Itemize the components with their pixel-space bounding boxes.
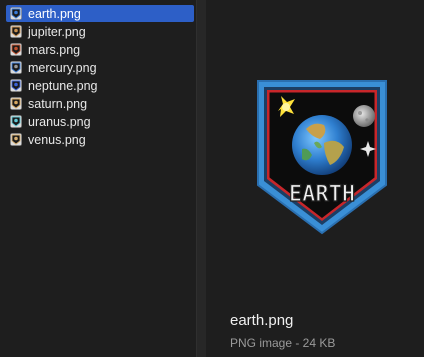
file-thumbnail-icon [10, 97, 22, 110]
file-row-mercury[interactable]: mercury.png [6, 59, 194, 76]
file-thumbnail-icon [10, 25, 22, 38]
file-name: mars.png [28, 42, 81, 57]
file-name: earth.png [28, 6, 81, 21]
file-row-neptune[interactable]: neptune.png [6, 77, 194, 94]
earth-badge-image: EARTH [257, 80, 387, 235]
file-row-earth[interactable]: earth.png [6, 5, 194, 22]
file-name: venus.png [28, 132, 86, 147]
file-thumbnail-icon [10, 61, 22, 74]
column-divider[interactable] [196, 0, 206, 357]
planet-icon [292, 115, 352, 175]
file-name: neptune.png [28, 78, 98, 93]
file-row-mars[interactable]: mars.png [6, 41, 194, 58]
moon-icon [353, 105, 375, 127]
file-row-uranus[interactable]: uranus.png [6, 113, 194, 130]
file-row-saturn[interactable]: saturn.png [6, 95, 194, 112]
file-thumbnail-icon [10, 7, 22, 20]
file-list: earth.png jupiter.png mars.png mercury.p… [0, 0, 196, 357]
file-row-jupiter[interactable]: jupiter.png [6, 23, 194, 40]
file-thumbnail-icon [10, 79, 22, 92]
file-row-venus[interactable]: venus.png [6, 131, 194, 148]
file-thumbnail-icon [10, 133, 22, 146]
file-thumbnail-icon [10, 115, 22, 128]
file-name: uranus.png [28, 114, 91, 129]
file-name: jupiter.png [28, 24, 86, 39]
file-name: saturn.png [28, 96, 88, 111]
svg-text:EARTH: EARTH [289, 182, 355, 207]
preview-file-name: earth.png [230, 312, 294, 329]
file-name: mercury.png [28, 60, 97, 75]
file-thumbnail-icon [10, 43, 22, 56]
preview-file-info: PNG image - 24 KB [230, 336, 336, 350]
preview-pane: EARTH earth.png PNG image - 24 KB [206, 0, 424, 357]
